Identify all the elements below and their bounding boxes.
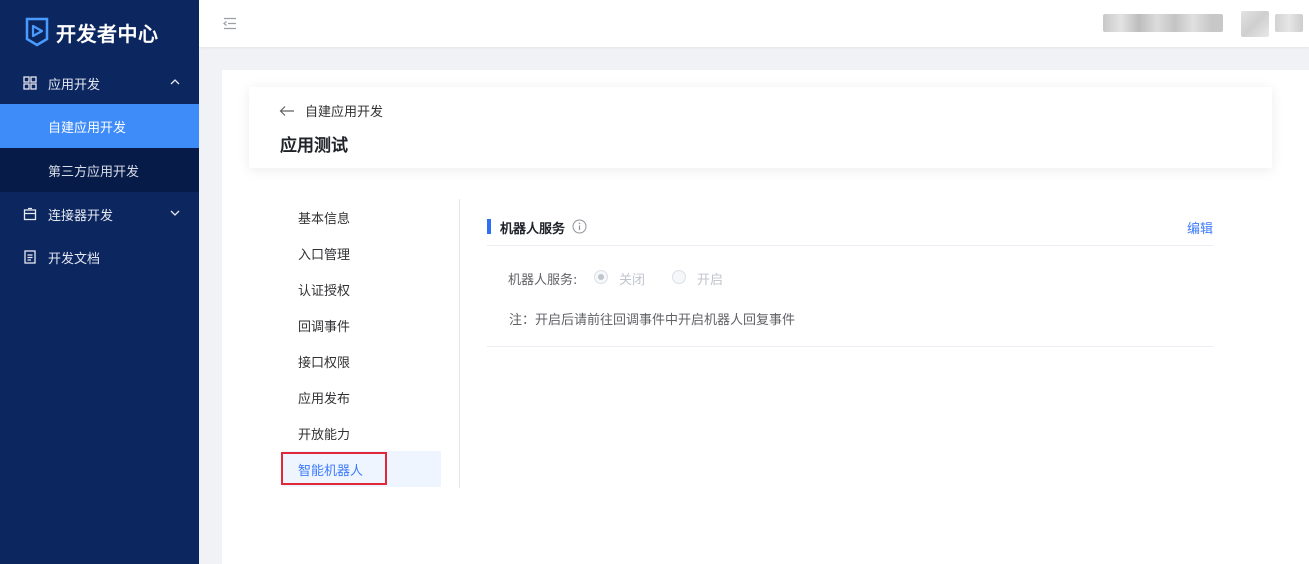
sidebar-subitem-third-party[interactable]: 第三方应用开发 bbox=[0, 148, 199, 192]
tab-app-publish[interactable]: 应用发布 bbox=[282, 379, 441, 415]
user-extra-blurred[interactable] bbox=[1275, 14, 1303, 32]
user-name-blurred[interactable] bbox=[1103, 14, 1223, 32]
grid-icon bbox=[23, 76, 37, 90]
logo-icon bbox=[25, 17, 49, 47]
sidebar-item-dev-docs[interactable]: 开发文档 bbox=[0, 235, 199, 279]
brand[interactable]: 开发者中心 bbox=[0, 0, 199, 64]
sidebar-subitem-self-built[interactable]: 自建应用开发 bbox=[0, 104, 199, 148]
sidebar-item-connector-dev[interactable]: 连接器开发 bbox=[0, 192, 199, 236]
divider bbox=[459, 199, 460, 488]
avatar[interactable] bbox=[1241, 11, 1269, 37]
sidebar-item-label: 连接器开发 bbox=[48, 208, 114, 224]
section-title: 机器人服务 bbox=[500, 222, 566, 237]
radio-off[interactable] bbox=[594, 270, 608, 284]
divider bbox=[487, 346, 1213, 347]
back-link[interactable]: 自建应用开发 bbox=[279, 101, 383, 120]
arrow-left-icon bbox=[279, 105, 294, 116]
tab-auth[interactable]: 认证授权 bbox=[282, 271, 441, 307]
sidebar-item-label: 开发文档 bbox=[48, 251, 101, 267]
radio-on-label[interactable]: 开启 bbox=[697, 269, 723, 288]
document-icon bbox=[24, 250, 36, 264]
robot-service-label: 机器人服务: bbox=[508, 273, 578, 288]
sidebar-item-label: 应用开发 bbox=[48, 77, 101, 93]
chevron-up-icon bbox=[170, 79, 180, 85]
brand-title: 开发者中心 bbox=[56, 21, 159, 46]
info-icon[interactable] bbox=[572, 219, 587, 234]
sidebar: 开发者中心 应用开发 自建应用开发 第三方应用开发 连接器开发 开发文档 bbox=[0, 0, 199, 564]
tab-entry-management[interactable]: 入口管理 bbox=[282, 235, 441, 271]
tab-callback-events[interactable]: 回调事件 bbox=[282, 307, 441, 343]
radio-off-label[interactable]: 关闭 bbox=[619, 269, 645, 288]
collapse-menu-icon[interactable] bbox=[223, 17, 237, 30]
note-text: 注：开启后请前往回调事件中开启机器人回复事件 bbox=[509, 313, 796, 328]
chevron-down-icon bbox=[170, 210, 180, 216]
sidebar-item-app-dev[interactable]: 应用开发 bbox=[0, 61, 199, 105]
page-header-card: 自建应用开发 应用测试 bbox=[249, 87, 1272, 168]
edit-button[interactable]: 编辑 bbox=[1187, 218, 1213, 237]
tab-api-permissions[interactable]: 接口权限 bbox=[282, 343, 441, 379]
divider bbox=[487, 245, 1213, 246]
page-title: 应用测试 bbox=[280, 136, 348, 156]
highlight-box bbox=[281, 452, 387, 485]
section-accent-bar bbox=[487, 219, 491, 234]
radio-on[interactable] bbox=[672, 270, 686, 284]
top-header bbox=[199, 0, 1309, 47]
tab-open-capabilities[interactable]: 开放能力 bbox=[282, 415, 441, 451]
tab-basic-info[interactable]: 基本信息 bbox=[282, 199, 441, 235]
back-label: 自建应用开发 bbox=[305, 105, 384, 120]
package-icon bbox=[23, 207, 37, 221]
